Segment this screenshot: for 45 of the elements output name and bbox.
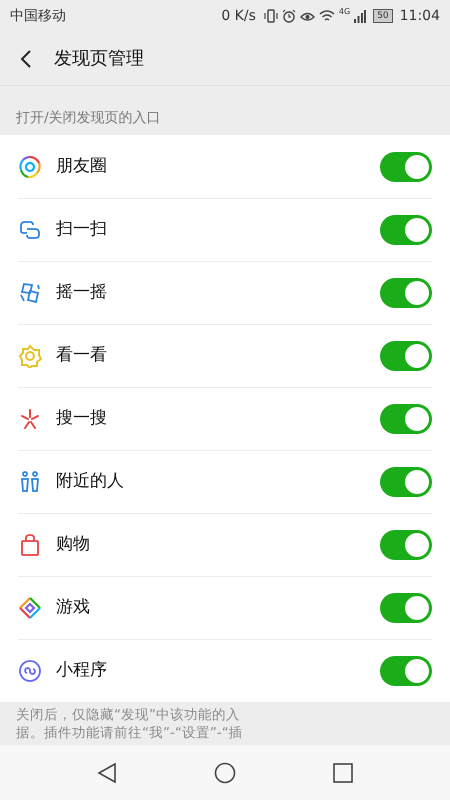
- entry-label: 看一看: [56, 344, 107, 368]
- battery-level: 50: [373, 9, 393, 23]
- recents-button[interactable]: [333, 760, 354, 784]
- back-nav-button[interactable]: [96, 760, 117, 784]
- vibrate-icon: [264, 9, 278, 23]
- toggle-switch[interactable]: [380, 530, 432, 560]
- entry-label: 小程序: [56, 659, 107, 682]
- alarm-icon: [282, 9, 296, 23]
- toggle-switch[interactable]: [380, 152, 432, 182]
- section-label: 打开/关闭发现页的入口: [16, 109, 161, 128]
- network-type: 4G: [338, 6, 350, 18]
- toggle-switch[interactable]: [380, 404, 432, 434]
- flower-icon: [18, 344, 42, 368]
- back-icon: [20, 49, 32, 70]
- entry-label: 附近的人: [56, 470, 124, 494]
- toggle-switch[interactable]: [380, 467, 432, 497]
- toggle-switch[interactable]: [380, 656, 432, 686]
- clock-time: 11:04: [400, 6, 440, 26]
- shake-icon: [18, 281, 42, 305]
- people-icon: [18, 470, 42, 494]
- entry-label: 购物: [56, 533, 90, 556]
- toggle-switch[interactable]: [380, 593, 432, 623]
- entry-label: 朋友圈: [56, 154, 107, 178]
- sparkle-icon: [18, 407, 42, 431]
- toggle-switch[interactable]: [380, 215, 432, 245]
- footer-note: 关闭后，仅隐藏“发现”中该功能的入: [16, 706, 241, 724]
- toggle-switch[interactable]: [380, 341, 432, 371]
- wifi-icon: [318, 9, 335, 23]
- shopping-bag-icon: [18, 533, 42, 557]
- diamond-icon: [18, 596, 42, 620]
- back-triangle-icon: [96, 762, 117, 784]
- signal-icon: [354, 9, 366, 23]
- entry-label: 扫一扫: [56, 218, 107, 242]
- page-title: 发现页管理: [54, 47, 144, 71]
- toggle-switch[interactable]: [380, 278, 432, 308]
- aperture-icon: [18, 154, 42, 178]
- entry-label: 摇一摇: [56, 281, 107, 304]
- entry-label: 搜一搜: [56, 407, 107, 430]
- footer-note: 据。插件功能请前往“我”-“设置”-“插: [16, 724, 244, 742]
- home-circle-icon: [214, 762, 236, 784]
- entry-label: 游戏: [56, 596, 90, 620]
- network-speed: 0 K/s: [221, 6, 256, 26]
- home-button[interactable]: [214, 760, 236, 784]
- carrier-name: 中国移动: [10, 6, 66, 26]
- square-icon: [333, 763, 354, 784]
